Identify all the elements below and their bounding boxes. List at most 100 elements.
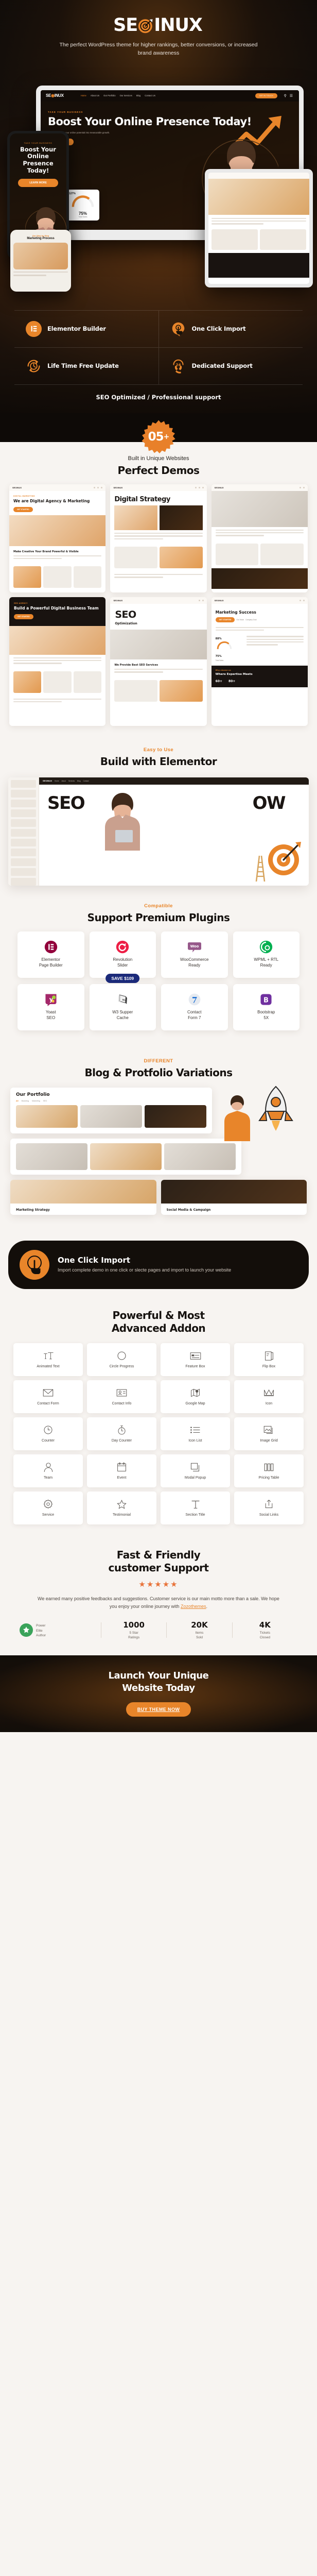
demo-stat-label: Total Sales: [215, 659, 224, 662]
plugin-card-woocommerce[interactable]: Woo WooCommerce Ready: [161, 931, 228, 978]
addon-name: Modal Popup: [184, 1476, 206, 1480]
portfolio-tab[interactable]: All: [16, 1100, 19, 1102]
mock-nav-item: About Us: [90, 94, 100, 97]
addon-social-links[interactable]: Social Links: [234, 1491, 304, 1524]
feature-dedicated-support[interactable]: 24 Dedicated Support: [158, 347, 303, 384]
stat-label: Items Sold: [195, 1631, 204, 1640]
portfolio-tab[interactable]: Branding: [22, 1100, 29, 1102]
blog-kicker: DIFFERENT: [144, 1058, 173, 1064]
plugin-card-bootstrap[interactable]: B Bootstrap 5X: [233, 984, 300, 1030]
feature-label: Elementor Builder: [47, 325, 106, 333]
phone-24-icon: 24: [170, 358, 186, 374]
elementor-preview: SEOINUX Home About Services Blog Contact…: [0, 768, 317, 901]
placeholder-line: [13, 271, 68, 273]
import-banner-text: One Click Import Import complete demo in…: [58, 1256, 231, 1274]
phone-headline: Boost Your Online Presence Today!: [20, 145, 56, 174]
seoinux-logo: SE INUX: [113, 16, 204, 35]
demo-brand: SEOINUX: [214, 599, 224, 602]
badge-number: 05: [148, 430, 164, 444]
addon-google-map[interactable]: Google Map: [161, 1380, 230, 1413]
addon-image-grid[interactable]: Image Grid: [234, 1417, 304, 1450]
addon-name: Counter: [42, 1438, 55, 1443]
addon-testimonial[interactable]: Testimonial: [87, 1491, 156, 1524]
addon-service[interactable]: Service: [13, 1491, 83, 1524]
pricing-table-icon: [264, 1462, 274, 1472]
demo-card[interactable]: SEOINUX SEO Optimization We Provide Best…: [110, 597, 207, 726]
addon-animated-text[interactable]: Animated Text: [13, 1343, 83, 1376]
stat-value: 20K: [191, 1620, 208, 1630]
addon-contact-info[interactable]: Contact Info: [87, 1380, 156, 1413]
demo-section-title: We Provide Best SEO Services: [114, 663, 158, 667]
addon-icon-list[interactable]: Icon List: [161, 1417, 230, 1450]
addon-event[interactable]: Event: [87, 1454, 156, 1487]
elementor-section: Easy to Use Build with Elementor SEOINUX…: [0, 735, 317, 901]
addon-name: Service: [42, 1513, 55, 1517]
w3-cache-icon: W3: [116, 993, 129, 1006]
demo-card[interactable]: SEOINUX Digital Strategy: [110, 484, 207, 592]
canvas-big-text-left: SEO: [47, 792, 85, 814]
feature-label: Life Time Free Update: [47, 362, 119, 370]
logo-text-1: SE: [113, 15, 138, 36]
demo-navbar: SEOINUX: [110, 597, 207, 604]
addon-circle-progress[interactable]: Circle Progress: [87, 1343, 156, 1376]
addon-contact-form[interactable]: Contact Form: [13, 1380, 83, 1413]
addon-feature-box[interactable]: Feature Box: [161, 1343, 230, 1376]
demo-dark-kicker: Why choose us: [215, 669, 231, 671]
addon-pricing-table[interactable]: Pricing Table: [234, 1454, 304, 1487]
buy-theme-button[interactable]: BUY THEME NOW: [126, 1702, 191, 1717]
blog-image: [10, 1179, 156, 1204]
elementor-widget-panel[interactable]: [8, 777, 39, 886]
demo-brand: SEOINUX: [12, 486, 22, 489]
demo-card[interactable]: SEOINUX: [211, 484, 308, 592]
blog-grid-card[interactable]: [10, 1138, 242, 1175]
plugin-card-revolution-slider[interactable]: Revolution Slider SAVE $109: [89, 931, 156, 983]
phone-cta-button: LEARN MORE: [18, 178, 58, 187]
yoast-seo-icon: y: [44, 993, 58, 1007]
addon-section-title[interactable]: Section Title: [161, 1491, 230, 1524]
elementor-canvas[interactable]: SEOINUX Home About Services Blog Contact…: [39, 777, 309, 886]
feature-elementor-builder[interactable]: Elementor Builder: [14, 311, 158, 347]
addon-counter[interactable]: Counter: [13, 1417, 83, 1450]
svg-text:24: 24: [175, 362, 181, 367]
wpml-icon: [259, 940, 273, 954]
feature-one-click-import[interactable]: One Click Import: [158, 310, 303, 347]
portfolio-tab[interactable]: SEO: [43, 1100, 47, 1102]
demo-card[interactable]: SEO AGENCY Build a Powerful Digital Busi…: [9, 597, 106, 726]
addon-day-counter[interactable]: Day Counter: [87, 1417, 156, 1450]
blog-card[interactable]: Marketing Strategy: [10, 1179, 156, 1215]
addon-name: Image Grid: [260, 1438, 278, 1443]
blog-card[interactable]: Social Media & Campaign: [161, 1179, 307, 1215]
blog-title: Blog & Protfolio Variations: [84, 1066, 233, 1079]
plugin-card-elementor[interactable]: Elementor Page Builder: [17, 931, 84, 978]
plugin-card-w3-cache[interactable]: W3 W3 Supper Cache: [89, 984, 156, 1030]
addon-flip-box[interactable]: Flip Box: [234, 1343, 304, 1376]
demo-card[interactable]: SEOINUX DIGITAL MARKETING We are Digital…: [9, 484, 106, 592]
plugins-row: y Yoast SEO W3 W3 Supper Cache Contact F…: [17, 984, 300, 1030]
portfolio-tab[interactable]: Marketing: [32, 1100, 40, 1102]
stat-label: Power Elite Author: [36, 1624, 46, 1637]
feature-lifetime-free-update[interactable]: Life Time Free Update: [14, 348, 158, 384]
mock-nav-cta: GET IN TOUCH: [255, 93, 277, 98]
demo-count-badge: 05 +: [141, 419, 176, 454]
demo-card[interactable]: SEOINUX Marketing Success GET STARTED Ou…: [211, 597, 308, 726]
import-banner[interactable]: One Click Import Import complete demo in…: [8, 1240, 309, 1289]
plugin-card-wpml[interactable]: WPML + RTL Ready: [233, 931, 300, 978]
plugin-name: Bootstrap 5X: [257, 1010, 275, 1021]
blog-image: [164, 1143, 236, 1170]
addon-modal-popup[interactable]: Modal Popup: [161, 1454, 230, 1487]
hero-feature-grid: Elementor Builder One Click Import Life …: [14, 310, 303, 413]
portfolio-card[interactable]: Our Portfolio All Branding Marketing SEO: [10, 1087, 212, 1133]
addon-icon[interactable]: Icon: [234, 1380, 304, 1413]
woocommerce-icon: Woo: [187, 940, 201, 954]
demo-hero: DIGITAL MARKETING We are Digital Agency …: [9, 491, 105, 515]
stat-value: 1000: [123, 1620, 145, 1630]
person-icon: [44, 1462, 53, 1472]
zozothemes-link[interactable]: Zozothemes: [181, 1604, 206, 1609]
addon-name: Testimonial: [112, 1513, 131, 1517]
support-paragraph-part2: .: [206, 1604, 208, 1609]
addon-team[interactable]: Team: [13, 1454, 83, 1487]
demo-navbar: SEOINUX: [211, 597, 308, 604]
demo-button: GET STARTED: [14, 614, 33, 619]
plugin-card-yoast[interactable]: y Yoast SEO: [17, 984, 84, 1030]
plugin-card-contact-form-7[interactable]: Contact Form 7: [161, 984, 228, 1030]
